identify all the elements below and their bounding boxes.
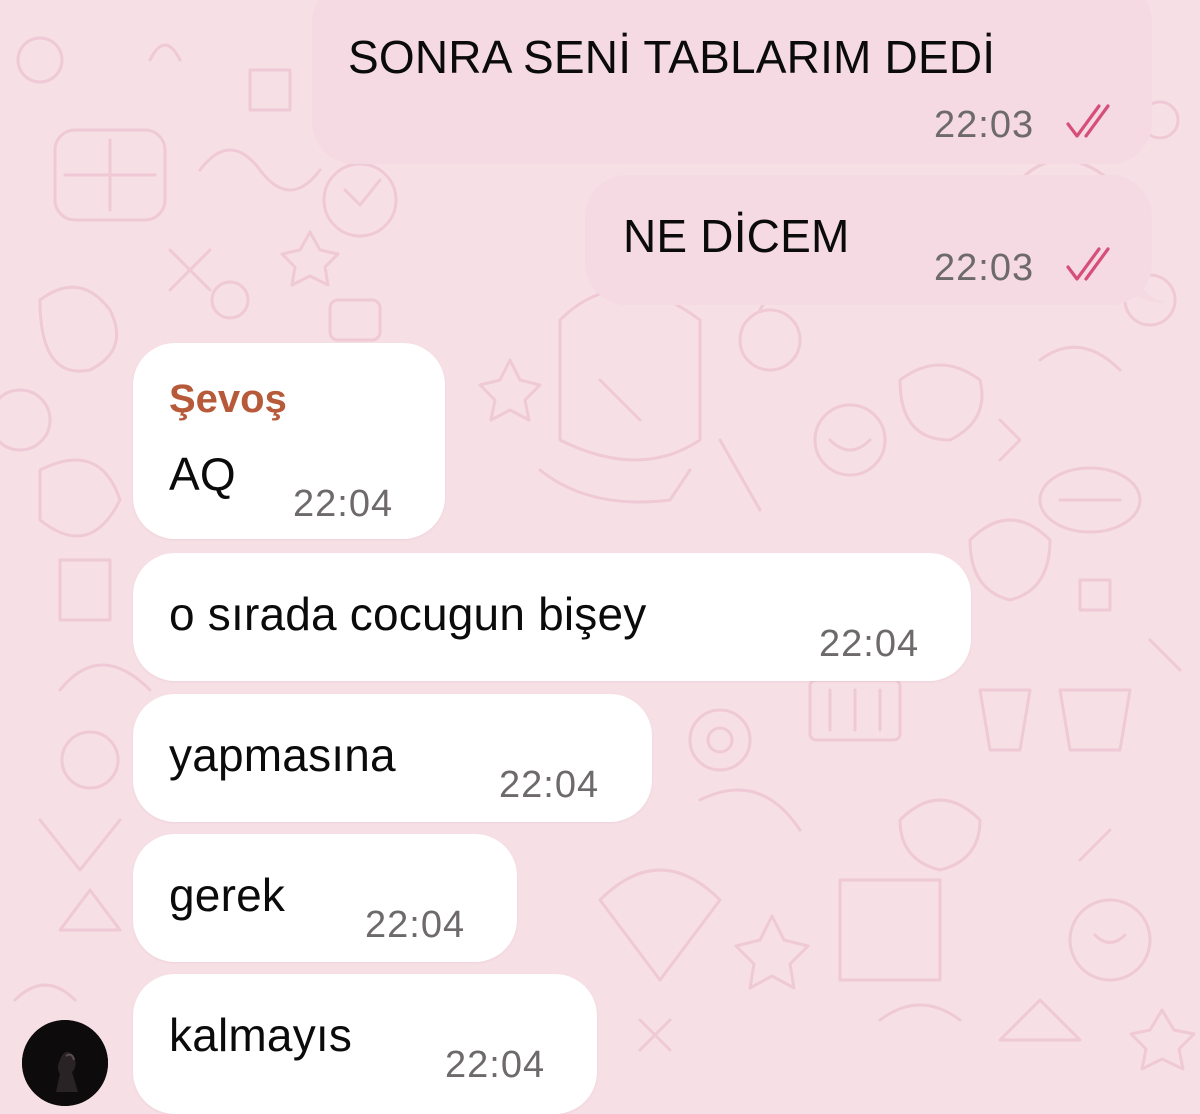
message-text: AQ (169, 448, 236, 500)
message-time: 22:04 (445, 1044, 546, 1086)
message-bubble-incoming[interactable]: gerek 22:04 (133, 834, 517, 962)
user-avatar-photo (22, 1020, 108, 1106)
message-text: SONRA SENİ TABLARIM DEDİ (348, 31, 996, 83)
bubble-tail (1134, 266, 1166, 303)
sender-name[interactable]: Şevoş (169, 377, 287, 422)
read-double-check-icon (1066, 247, 1110, 281)
message-text: gerek (169, 869, 286, 921)
message-text: NE DİCEM (623, 210, 850, 262)
message-text: yapmasına (169, 729, 396, 781)
message-bubble-incoming[interactable]: yapmasına 22:04 (133, 694, 652, 822)
message-time: 22:03 (934, 247, 1035, 289)
read-double-check-icon (1066, 104, 1110, 138)
message-time: 22:04 (499, 764, 600, 806)
user-avatar[interactable] (22, 1020, 108, 1106)
message-time: 22:04 (293, 483, 394, 525)
message-bubble-incoming[interactable]: Şevoş AQ 22:04 (133, 343, 445, 539)
message-text: o sırada cocugun bişey (169, 588, 647, 640)
message-bubble-outgoing[interactable]: SONRA SENİ TABLARIM DEDİ 22:03 (312, 0, 1152, 164)
message-time: 22:03 (934, 104, 1035, 146)
message-time: 22:04 (365, 904, 466, 946)
message-bubble-incoming[interactable]: o sırada cocugun bişey 22:04 (133, 553, 971, 681)
message-bubble-outgoing[interactable]: NE DİCEM 22:03 (585, 175, 1152, 305)
message-time: 22:04 (819, 623, 920, 665)
message-bubble-incoming[interactable]: kalmayıs 22:04 (133, 974, 597, 1114)
message-text: kalmayıs (169, 1009, 353, 1061)
